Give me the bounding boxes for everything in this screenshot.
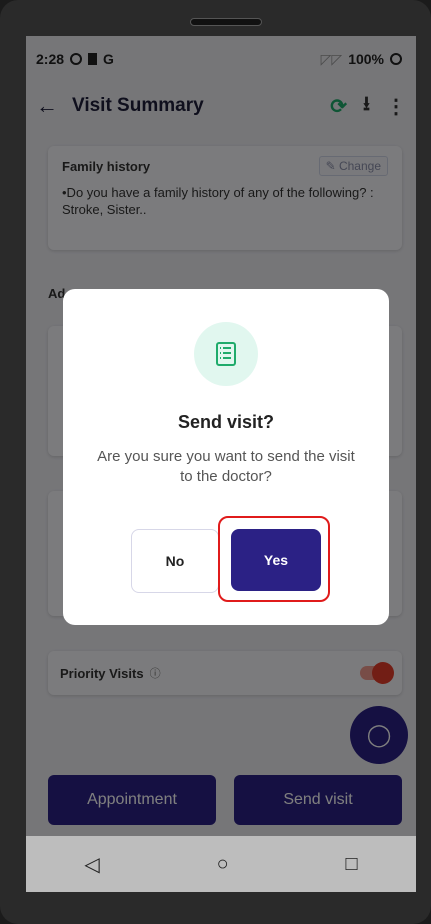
send-visit-dialog: Send visit? Are you sure you want to sen… xyxy=(63,289,389,625)
dialog-title: Send visit? xyxy=(177,412,275,432)
screen: 2:28 G ◸◸ 100% ← Visit Summary ⟳ ⭳ ⋮ Fam… xyxy=(26,36,416,892)
dialog-actions: No Yes xyxy=(63,516,389,602)
highlight-box xyxy=(218,516,330,602)
nav-recents-icon[interactable]: □ xyxy=(345,853,357,876)
document-icon xyxy=(216,342,236,366)
no-button[interactable]: No xyxy=(131,529,219,593)
nav-back-icon[interactable]: ◁ xyxy=(84,852,99,877)
dialog-message: Are you sure you want to send the visit … xyxy=(97,448,355,485)
system-nav-bar: ◁ ○ □ xyxy=(26,836,416,892)
document-icon-circle xyxy=(194,322,258,386)
speaker xyxy=(190,18,262,26)
device-frame: 2:28 G ◸◸ 100% ← Visit Summary ⟳ ⭳ ⋮ Fam… xyxy=(0,0,431,924)
nav-home-icon[interactable]: ○ xyxy=(217,853,229,876)
